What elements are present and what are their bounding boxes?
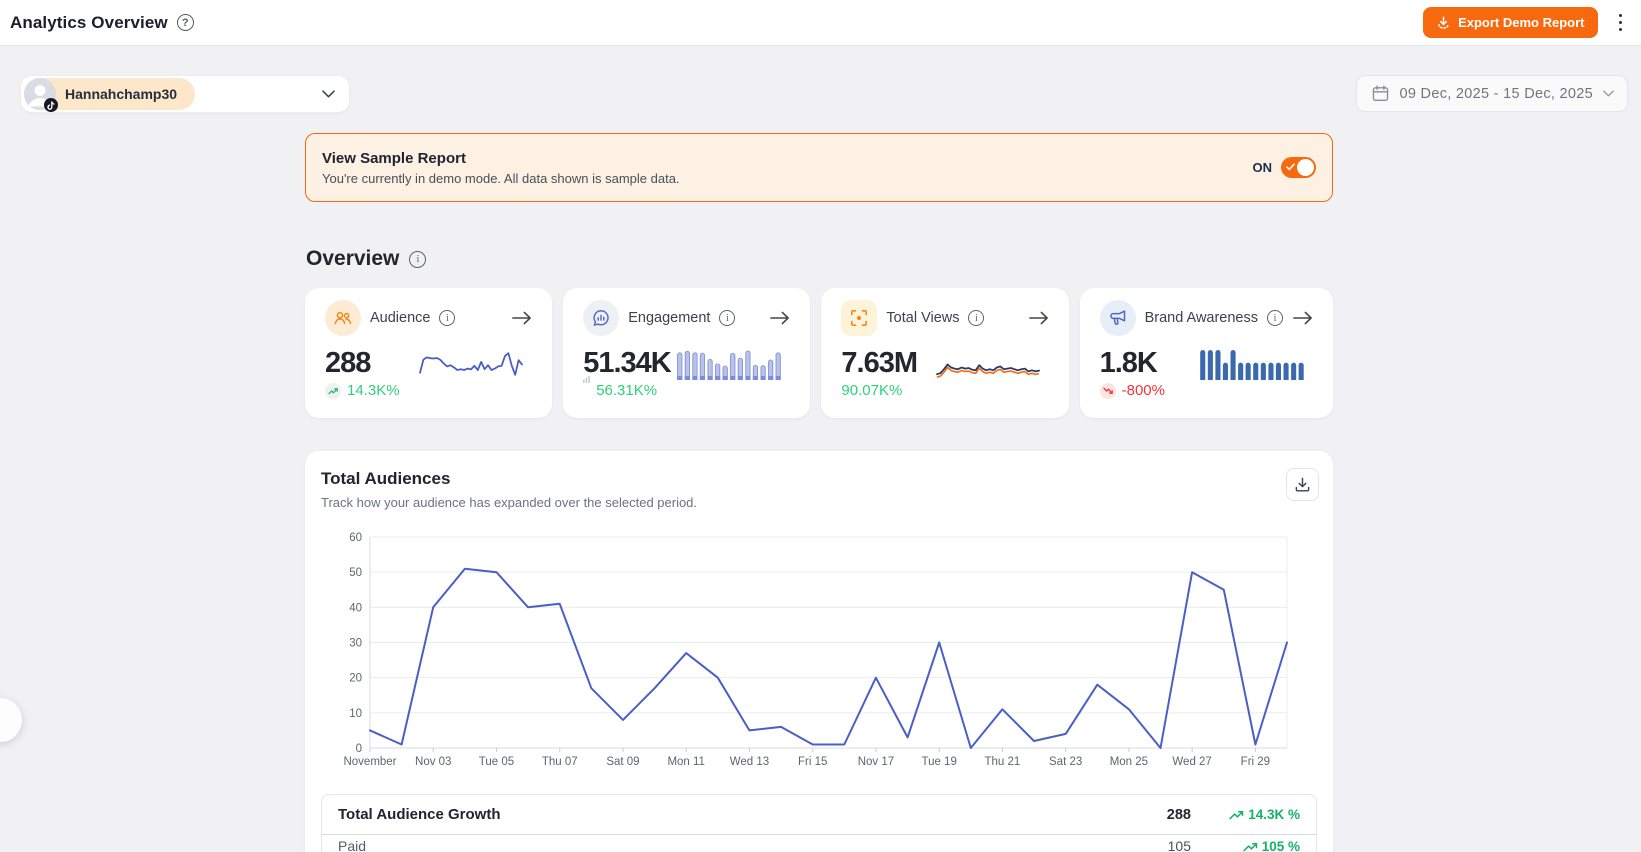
card-value: 288 bbox=[325, 346, 371, 379]
tiktok-icon bbox=[44, 98, 58, 112]
svg-text:Thu 21: Thu 21 bbox=[985, 756, 1021, 768]
svg-text:40: 40 bbox=[349, 602, 362, 614]
sparkline bbox=[935, 363, 1040, 378]
help-icon[interactable]: ? bbox=[176, 14, 194, 31]
svg-text:Mon 11: Mon 11 bbox=[667, 756, 705, 768]
svg-text:November: November bbox=[343, 756, 396, 768]
svg-text:Tue 05: Tue 05 bbox=[479, 756, 514, 768]
info-icon[interactable]: i bbox=[439, 310, 456, 326]
total-audiences-card: Total Audiences Track how your audience … bbox=[305, 451, 1333, 852]
svg-text:10: 10 bbox=[349, 708, 362, 720]
brand-awareness-icon bbox=[1099, 300, 1136, 336]
card-value: 7.63M bbox=[841, 346, 918, 379]
calendar-icon bbox=[1372, 85, 1388, 102]
account-name: Hannahchamp30 bbox=[65, 86, 178, 102]
svg-text:Wed 13: Wed 13 bbox=[730, 756, 769, 768]
download-icon bbox=[1295, 477, 1310, 492]
growth-table-row-paid: Paid 105 105 % bbox=[338, 838, 1300, 852]
card-value: 51.34K bbox=[583, 346, 672, 379]
card-delta: 90.07K% bbox=[841, 382, 903, 399]
card-value: 1.8K bbox=[1099, 346, 1158, 379]
account-pill: Hannahchamp30 bbox=[24, 78, 196, 112]
svg-text:Wed 27: Wed 27 bbox=[1172, 756, 1211, 768]
trend-down-badge bbox=[1099, 382, 1116, 399]
stat-card-brand-awareness: Brand Awareness i 1.8K -800% bbox=[1079, 288, 1333, 418]
stat-card-audience: Audience i 288 14.3K% bbox=[305, 288, 553, 418]
info-icon[interactable]: i bbox=[409, 250, 427, 268]
card-title: Engagement bbox=[628, 310, 711, 326]
chart-subtitle: Track how your audience has expanded ove… bbox=[321, 495, 698, 510]
card-delta: -800% bbox=[1121, 382, 1165, 399]
sample-report-banner: View Sample Report You're currently in d… bbox=[305, 133, 1333, 202]
mini-bar-icon bbox=[583, 376, 591, 383]
svg-text:Sat 23: Sat 23 bbox=[1049, 756, 1082, 768]
toggle-label: ON bbox=[1252, 160, 1273, 175]
chart-title: Total Audiences bbox=[321, 469, 451, 488]
engagement-icon bbox=[583, 300, 620, 336]
svg-text:20: 20 bbox=[349, 673, 362, 685]
svg-text:Sat 09: Sat 09 bbox=[606, 756, 639, 768]
svg-text:30: 30 bbox=[349, 638, 362, 650]
page-title: Analytics Overview bbox=[10, 12, 168, 32]
total-views-icon bbox=[841, 300, 878, 336]
card-title: Audience bbox=[370, 310, 431, 326]
card-title: Total Views bbox=[886, 310, 960, 326]
download-icon bbox=[1438, 16, 1449, 29]
trend-up-badge bbox=[325, 382, 341, 399]
svg-text:Fri 29: Fri 29 bbox=[1241, 756, 1270, 768]
svg-text:50: 50 bbox=[349, 567, 362, 579]
toggle-knob bbox=[1297, 159, 1314, 176]
sample-report-toggle[interactable] bbox=[1281, 157, 1316, 178]
banner-title: View Sample Report bbox=[322, 149, 466, 167]
account-selector[interactable]: Hannahchamp30 bbox=[20, 75, 350, 113]
overview-section-title: Overview bbox=[306, 247, 400, 270]
arrow-right-icon[interactable] bbox=[769, 310, 790, 326]
export-demo-report-button[interactable]: Export Demo Report bbox=[1423, 7, 1598, 38]
info-icon[interactable]: i bbox=[1267, 310, 1283, 326]
check-icon bbox=[1286, 163, 1295, 171]
trend-up-icon bbox=[1243, 842, 1257, 851]
svg-text:0: 0 bbox=[356, 743, 362, 755]
info-icon[interactable]: i bbox=[719, 310, 736, 326]
stat-card-total-views: Total Views i 7.63M 90.07K% bbox=[821, 288, 1069, 418]
svg-text:Nov 03: Nov 03 bbox=[415, 756, 451, 768]
chevron-down-icon bbox=[322, 90, 335, 98]
arrow-right-icon[interactable] bbox=[1292, 310, 1313, 326]
info-icon[interactable]: i bbox=[968, 310, 985, 326]
growth-table-header: Total Audience Growth 288 14.3K % bbox=[322, 795, 1316, 835]
sidebar-toggle-handle[interactable] bbox=[0, 698, 22, 742]
avatar bbox=[24, 78, 58, 112]
banner-subtitle: You're currently in demo mode. All data … bbox=[322, 170, 680, 186]
download-chart-button[interactable] bbox=[1286, 468, 1319, 501]
card-delta: 56.31K% bbox=[596, 382, 658, 399]
svg-text:Mon 25: Mon 25 bbox=[1110, 756, 1148, 768]
sparkline bbox=[1200, 350, 1304, 380]
kebab-menu-icon[interactable] bbox=[1615, 12, 1627, 34]
trend-up-icon bbox=[1229, 810, 1244, 820]
svg-text:Fri 15: Fri 15 bbox=[798, 756, 827, 768]
card-delta: 14.3K% bbox=[347, 382, 400, 399]
svg-text:Thu 07: Thu 07 bbox=[542, 756, 578, 768]
sparkline bbox=[677, 350, 782, 380]
growth-table: Total Audience Growth 288 14.3K % Paid 1… bbox=[321, 794, 1317, 852]
svg-text:60: 60 bbox=[349, 532, 362, 544]
date-range-value: 09 Dec, 2025 - 15 Dec, 2025 bbox=[1399, 85, 1593, 102]
arrow-right-icon[interactable] bbox=[511, 310, 532, 326]
stat-card-engagement: Engagement i 51.34K 56.31K% bbox=[563, 288, 811, 418]
sparkline bbox=[419, 352, 524, 376]
card-title: Brand Awareness bbox=[1144, 310, 1258, 326]
audience-icon bbox=[325, 300, 361, 336]
svg-text:Tue 19: Tue 19 bbox=[921, 756, 956, 768]
arrow-right-icon[interactable] bbox=[1028, 310, 1049, 326]
topbar: Analytics Overview ? Export Demo Report bbox=[0, 0, 1641, 46]
svg-text:Nov 17: Nov 17 bbox=[858, 756, 894, 768]
total-audiences-chart: 0 10 20 30 40 50 60 November Nov 03 Tue 05 Thu 07 S… bbox=[343, 532, 1288, 768]
date-range-picker[interactable]: 09 Dec, 2025 - 15 Dec, 2025 bbox=[1355, 75, 1628, 112]
chevron-down-icon bbox=[1603, 90, 1614, 97]
